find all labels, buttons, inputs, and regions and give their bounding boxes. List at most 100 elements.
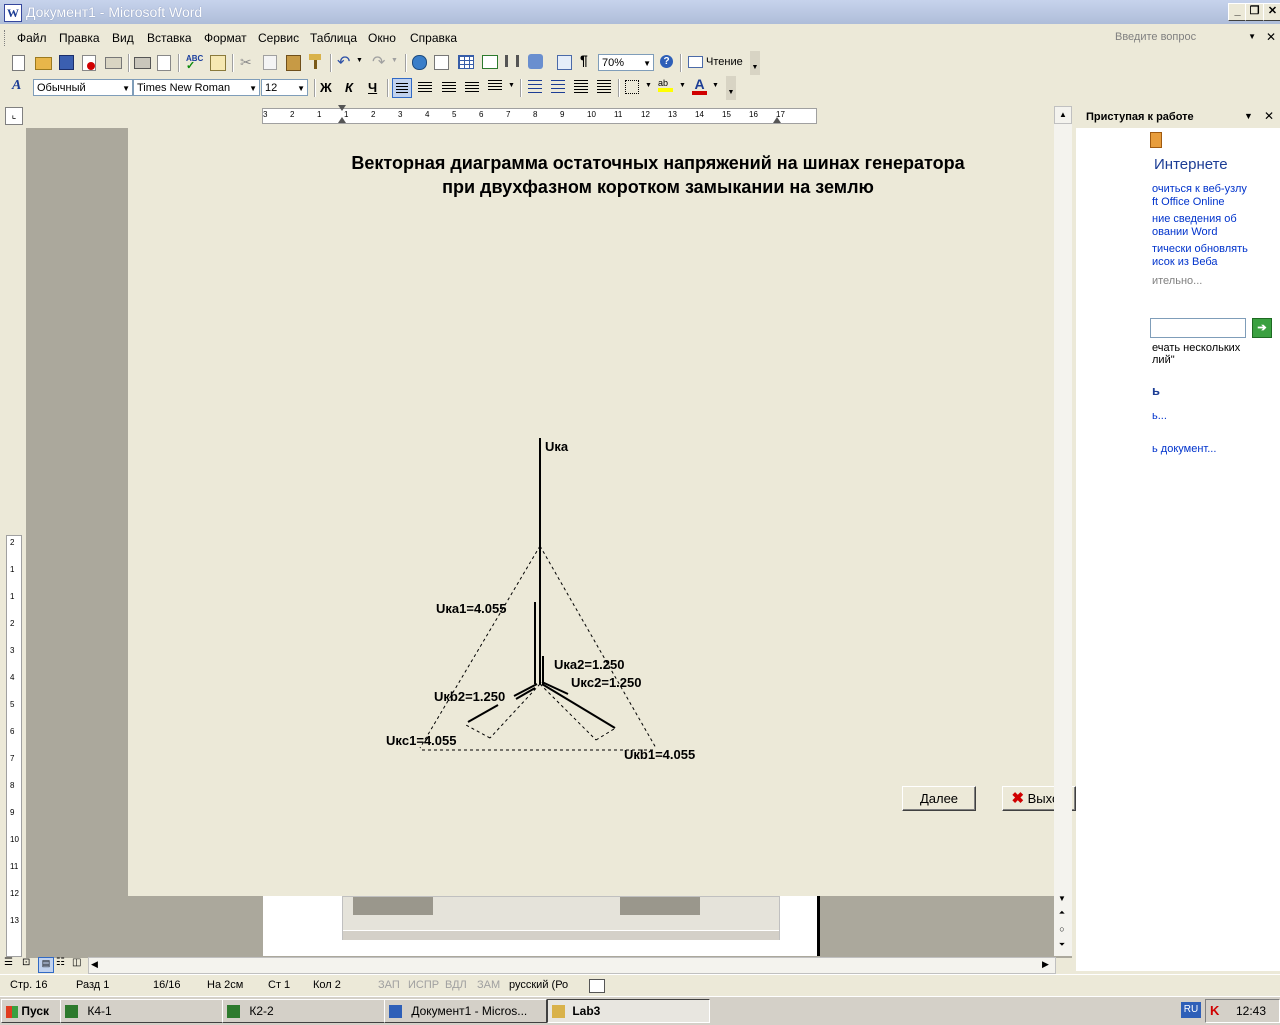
close-document-icon[interactable]: ✕	[1266, 30, 1276, 44]
status-extend[interactable]: ВДЛ	[445, 979, 467, 991]
menu-format[interactable]: Формат	[204, 31, 247, 45]
select-browse-object-icon[interactable]: ○	[1054, 924, 1070, 938]
show-hide-icon[interactable]: ¶	[580, 52, 596, 68]
open-folder-icon[interactable]	[35, 57, 52, 70]
language-indicator[interactable]: RU	[1181, 1002, 1201, 1018]
outline-view-icon[interactable]: ☷	[56, 957, 65, 968]
increase-indent-icon[interactable]	[597, 80, 611, 93]
undo-dropdown-icon[interactable]: ▼	[356, 57, 372, 73]
research-icon[interactable]	[210, 55, 226, 71]
reading-view-icon[interactable]: ◫	[72, 957, 81, 968]
highlight-icon[interactable]: ab	[658, 78, 673, 94]
justify-icon[interactable]	[465, 82, 479, 92]
menu-view[interactable]: Вид	[112, 31, 134, 45]
horizontal-scrollbar[interactable]: ◀ ▶	[88, 957, 1056, 974]
task-pane-search-input[interactable]	[1150, 318, 1246, 338]
spelling-icon[interactable]: ABC ✓	[186, 54, 203, 72]
task-link-update-2[interactable]: исок из Веба	[1152, 256, 1218, 268]
scroll-down-arrow-icon[interactable]: ▼	[1054, 894, 1070, 908]
scroll-right-arrow-icon[interactable]: ▶	[1042, 959, 1049, 970]
task-pane-close-icon[interactable]: ✕	[1264, 109, 1274, 123]
copy-icon[interactable]	[263, 55, 277, 70]
columns-icon[interactable]	[505, 55, 519, 67]
document-map-icon[interactable]	[557, 55, 572, 70]
left-indent-marker[interactable]	[338, 117, 346, 123]
restore-button[interactable]: ❐	[1245, 3, 1264, 21]
start-button[interactable]: Пуск	[1, 999, 61, 1023]
email-icon[interactable]	[105, 57, 122, 69]
italic-button[interactable]: К	[345, 80, 353, 95]
task-link-connect-1[interactable]: очиться к веб-узлу	[1152, 183, 1247, 195]
reading-layout-icon[interactable]	[688, 56, 703, 68]
status-language[interactable]: русский (Ро	[509, 979, 568, 991]
toolbar-options-icon[interactable]: ▼	[750, 51, 760, 75]
align-right-icon[interactable]	[442, 82, 456, 92]
cut-icon[interactable]: ✂	[240, 54, 256, 70]
task-link-create[interactable]: ь документ...	[1152, 443, 1216, 455]
spelling-status-icon[interactable]	[589, 979, 605, 993]
vertical-ruler[interactable]: 2 1 1 2 3 4 5 6 7 8 9 10 11 12 13	[6, 535, 22, 957]
antivirus-icon[interactable]: K	[1210, 1003, 1219, 1018]
help-dropdown-arrow-icon[interactable]: ▼	[1248, 29, 1256, 45]
status-overtype[interactable]: ЗАМ	[477, 979, 500, 991]
tables-borders-icon[interactable]	[434, 55, 449, 70]
next-page-icon[interactable]: ⏷	[1054, 940, 1070, 954]
help-icon[interactable]: ?	[660, 55, 673, 68]
zoom-select[interactable]: 70% ▼	[598, 54, 654, 71]
first-line-indent-marker[interactable]	[338, 105, 346, 111]
close-button[interactable]: ✕	[1263, 3, 1280, 21]
toolbar-options-icon[interactable]: ▼	[726, 76, 736, 100]
normal-view-icon[interactable]: ☰	[4, 957, 13, 968]
search-go-arrow-icon[interactable]: ➔	[1252, 318, 1272, 338]
right-indent-marker[interactable]	[773, 117, 781, 123]
decrease-indent-icon[interactable]	[574, 80, 588, 93]
status-record[interactable]: ЗАП	[378, 979, 400, 991]
taskbar-item-k4-1[interactable]: К4-1	[60, 999, 223, 1023]
hyperlink-icon[interactable]	[412, 55, 427, 70]
bullets-icon[interactable]	[551, 80, 565, 93]
menu-insert[interactable]: Вставка	[147, 31, 192, 45]
taskbar-item-lab3[interactable]: Lab3	[547, 999, 710, 1023]
save-icon[interactable]	[59, 55, 74, 70]
vertical-scrollbar[interactable]: ▲ ▼ ⏶ ○ ⏷	[1054, 106, 1072, 956]
status-track-changes[interactable]: ИСПР	[408, 979, 439, 991]
numbering-icon[interactable]	[528, 80, 542, 93]
task-link-more[interactable]: ительно...	[1152, 275, 1202, 287]
bold-button[interactable]: Ж	[320, 80, 332, 95]
undo-icon[interactable]: ↶	[337, 52, 353, 71]
previous-page-icon[interactable]: ⏶	[1054, 908, 1070, 922]
menu-file[interactable]: Файл	[17, 31, 47, 45]
taskbar-item-k2-2[interactable]: К2-2	[222, 999, 385, 1023]
print-layout-icon[interactable]: ▤	[38, 957, 54, 973]
line-spacing-icon[interactable]	[488, 80, 502, 92]
scroll-up-arrow-icon[interactable]: ▲	[1054, 106, 1072, 124]
task-link-update-1[interactable]: тически обновлять	[1152, 243, 1248, 255]
align-center-icon[interactable]	[418, 82, 432, 92]
help-question-input[interactable]: Введите вопрос ▼	[1112, 29, 1258, 45]
style-select[interactable]: Обычный ▼	[33, 79, 133, 96]
next-button[interactable]: Далее	[902, 786, 976, 811]
window-titlebar[interactable]: W Документ1 - Microsoft Word _ ❐ ✕	[0, 0, 1280, 24]
scroll-left-arrow-icon[interactable]: ◀	[91, 959, 98, 970]
font-size-select[interactable]: 12 ▼	[261, 79, 308, 96]
menu-window[interactable]: Окно	[368, 31, 396, 45]
print-icon[interactable]	[134, 57, 151, 69]
permission-icon[interactable]	[82, 55, 96, 71]
insert-table-icon[interactable]	[458, 55, 474, 69]
drawing-icon[interactable]	[528, 54, 543, 69]
font-color-icon[interactable]: A	[692, 77, 707, 95]
horizontal-ruler[interactable]: 3 2 1 1 2 3 4 5 6 7 8 9 10 11 12 13 14 15 16 17	[262, 105, 817, 124]
insert-excel-icon[interactable]	[482, 55, 498, 69]
task-link-news-1[interactable]: ние сведения об	[1152, 213, 1237, 225]
task-link-news-2[interactable]: овании Word	[1152, 226, 1217, 238]
menu-help[interactable]: Справка	[410, 31, 457, 45]
format-painter-icon[interactable]	[309, 54, 321, 69]
taskbar-item-word[interactable]: Документ1 - Micros...	[384, 999, 547, 1023]
paste-icon[interactable]	[286, 55, 301, 71]
task-pane-dropdown-icon[interactable]: ▼	[1244, 111, 1253, 121]
task-link-connect-2[interactable]: ft Office Online	[1152, 196, 1225, 208]
font-select[interactable]: Times New Roman ▼	[133, 79, 260, 96]
web-layout-icon[interactable]: ⊡	[22, 957, 30, 968]
borders-icon[interactable]	[625, 80, 639, 94]
ruler-toggle-button[interactable]: ⌞	[5, 107, 23, 125]
